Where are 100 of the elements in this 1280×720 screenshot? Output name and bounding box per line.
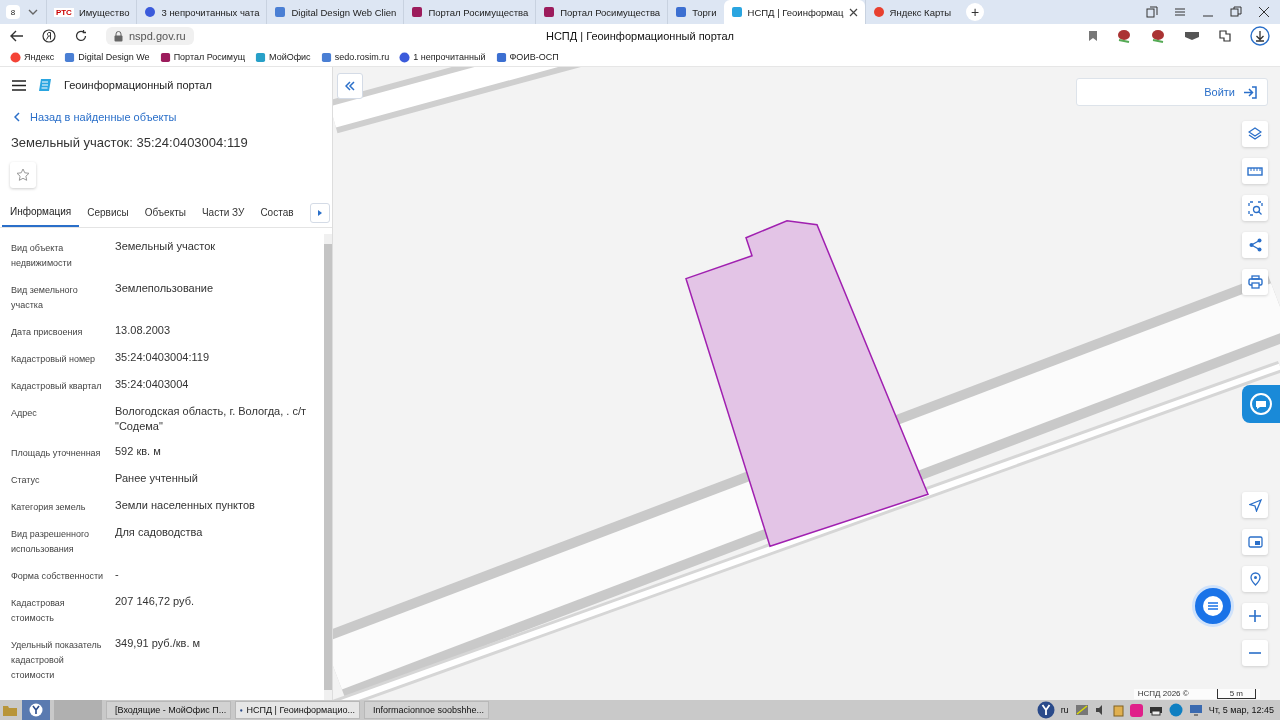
login-button[interactable]: Войти — [1076, 78, 1268, 106]
tray-icon[interactable] — [1168, 703, 1183, 717]
info-tab[interactable]: Объекты — [136, 198, 194, 227]
browser-logo-icon[interactable] — [42, 29, 56, 43]
address-field[interactable]: nspd.gov.ru — [106, 27, 194, 45]
extension-icon[interactable] — [1218, 29, 1232, 43]
clipboard-icon[interactable] — [1112, 703, 1124, 717]
area-search-icon — [1247, 200, 1263, 216]
browser-tab[interactable]: Яндекс Карты — [864, 0, 959, 24]
taskbar-item[interactable]: [Входящие - МойОфис П... — [106, 701, 231, 719]
property-label: Кадастровый номер — [11, 353, 97, 366]
extension-icon[interactable] — [1150, 29, 1166, 43]
zoom-in-button[interactable] — [1242, 603, 1268, 629]
bookmark-item[interactable]: ФОИВ-ОСП — [495, 51, 559, 63]
browser-tab[interactable]: Торги — [667, 0, 724, 24]
restore-icon[interactable] — [1230, 6, 1242, 18]
scrollbar[interactable] — [324, 234, 332, 700]
share-button[interactable] — [1242, 232, 1268, 258]
property-label: Статус — [11, 474, 41, 487]
tray-icon[interactable] — [1074, 704, 1089, 716]
keyboard-layout[interactable]: ru — [1060, 705, 1069, 715]
property-label: Форма собственности — [11, 570, 105, 583]
page-title: НСПД | Геоинформационный портал — [545, 30, 735, 42]
browser-tab[interactable]: РТС Имущество — [46, 0, 137, 24]
ruler-button[interactable] — [1242, 158, 1268, 184]
property-label: Категория земель — [11, 501, 87, 514]
property-value: - — [115, 567, 120, 582]
menu-icon[interactable] — [12, 79, 26, 91]
bookmark-item[interactable]: Яндекс — [10, 51, 55, 63]
minus-icon — [1249, 652, 1261, 654]
back-link[interactable]: Назад в найденные объекты — [0, 103, 332, 123]
extension-icon[interactable] — [1184, 31, 1200, 41]
feedback-tab[interactable] — [1242, 385, 1280, 423]
favicon-icon — [543, 6, 556, 18]
property-value: Землепользование — [115, 281, 215, 296]
location-pin-icon — [1248, 572, 1262, 586]
plus-icon — [1249, 610, 1261, 622]
tabs-icon[interactable] — [1146, 6, 1158, 18]
browser-tab[interactable]: 3 непрочитанных чата — [136, 0, 267, 24]
property-value: Вологодская область, г. Вологда, . с/т "Содема" — [115, 404, 307, 434]
start-button[interactable] — [22, 700, 50, 720]
property-value: 13.08.2003 — [115, 323, 172, 338]
chat-bubble-icon — [1249, 392, 1273, 416]
bookmark-item[interactable]: 1 непрочитанный — [399, 51, 486, 63]
zoom-out-button[interactable] — [1242, 640, 1268, 666]
info-tab[interactable]: Сервисы — [79, 198, 137, 227]
layers-button[interactable] — [1242, 121, 1268, 147]
info-tab[interactable]: Информация — [2, 198, 80, 227]
info-tab[interactable]: Части ЗУ — [193, 198, 253, 227]
taskbar-item[interactable]: НСПД | Геоинформацио... — [235, 701, 360, 719]
browser-tab[interactable]: НСПД | Геоинформац — [723, 0, 865, 24]
collapse-panel-button[interactable] — [337, 73, 363, 99]
download-icon[interactable] — [1250, 26, 1270, 46]
property-label: Удельный показатель кадастровой стоимости — [11, 639, 103, 682]
reload-icon[interactable] — [74, 29, 88, 43]
next-tab-button[interactable] — [310, 202, 330, 223]
share-icon — [1248, 238, 1262, 252]
monitor-icon[interactable] — [1188, 704, 1203, 716]
bookmark-item[interactable]: sedo.rosim.ru — [320, 51, 390, 63]
favicon-icon — [64, 51, 76, 63]
property-label: Площадь уточненная — [11, 447, 102, 460]
map-attribution: НСПД 2026 © — [1137, 689, 1189, 699]
property-label: Кадастровая стоимость — [11, 597, 66, 625]
minimap-button[interactable] — [1242, 529, 1268, 555]
close-icon[interactable] — [1258, 6, 1270, 18]
select-button[interactable] — [1242, 195, 1268, 221]
back-arrow-icon[interactable] — [10, 30, 24, 42]
navigation-button[interactable] — [1242, 492, 1268, 518]
browser-tab[interactable]: Digital Design Web Clien — [266, 0, 404, 24]
print-button[interactable] — [1242, 269, 1268, 295]
tab-count[interactable]: 8 — [6, 5, 20, 19]
browser-logo-icon — [29, 703, 43, 717]
bookmark-item[interactable]: Digital Design We — [64, 51, 150, 63]
tray-icon[interactable] — [1129, 703, 1143, 717]
app-title: Геоинформационный портал — [64, 79, 212, 91]
favicon-icon — [320, 51, 332, 63]
close-icon[interactable] — [848, 7, 858, 17]
bookmark-item[interactable]: МойОфис — [255, 51, 311, 63]
new-tab-button[interactable]: + — [966, 3, 985, 21]
bookmark-icon[interactable] — [1088, 30, 1098, 42]
property-value: Ранее учтенный — [115, 471, 199, 486]
bookmark-item[interactable]: Портал Росимущ — [159, 51, 246, 63]
extension-icon[interactable] — [1116, 29, 1132, 43]
favicon-icon — [10, 51, 21, 63]
printer-icon[interactable] — [1148, 704, 1163, 716]
browser-tab[interactable]: Портал Росимущества — [535, 0, 668, 24]
browser-tab[interactable]: Портал Росимущества — [403, 0, 536, 24]
browser-logo-icon[interactable] — [1036, 701, 1055, 719]
taskbar-item[interactable]: Informacionnoe soobshhe... — [364, 701, 489, 719]
favicon-icon — [675, 6, 688, 18]
favicon-icon — [872, 6, 885, 18]
property-label: Вид разрешенного использования — [11, 528, 91, 556]
property-value: 349,91 руб./кв. м — [115, 636, 202, 651]
info-tab[interactable]: Состав — [252, 198, 302, 227]
favicon-icon — [144, 6, 157, 18]
clock: Чт, 5 мар, 12:45 — [1208, 705, 1274, 715]
double-chevron-left-icon — [345, 81, 355, 91]
chevron-down-icon[interactable] — [28, 9, 38, 15]
location-button[interactable] — [1242, 566, 1268, 592]
star-icon — [16, 168, 30, 182]
